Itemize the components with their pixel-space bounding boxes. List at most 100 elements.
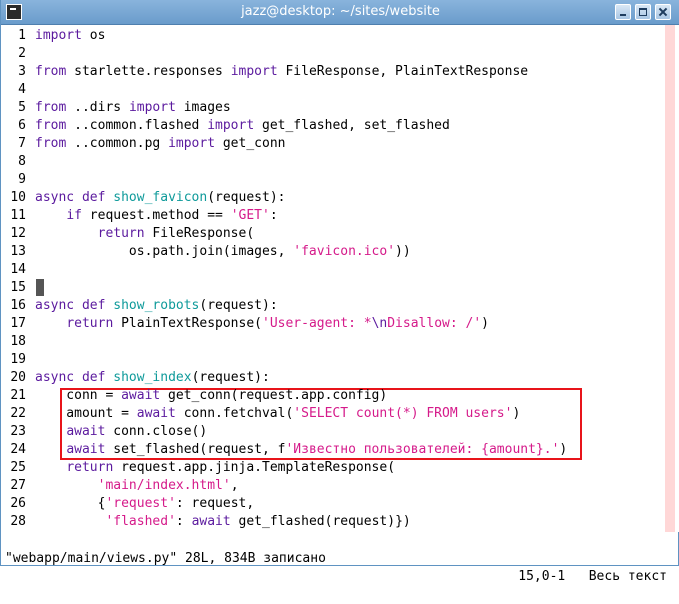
code-token: 'flashed' <box>105 514 176 529</box>
code-token: 'GET' <box>230 208 270 223</box>
code-token: show_robots <box>113 298 200 313</box>
code-token: get_flashed(request)}) <box>230 514 411 529</box>
file-info-message: "webapp/main/views.py" 28L, 834B записан… <box>5 551 326 566</box>
code-token: return <box>66 460 114 475</box>
code-line: 15 <box>2 279 35 297</box>
code-line: 4 <box>2 81 35 99</box>
line-number: 13 <box>10 244 26 259</box>
code-token: 'main/index.html' <box>97 478 231 493</box>
code-token: : <box>175 514 192 529</box>
code-line: 18 <box>2 333 35 351</box>
code-token: ..dirs <box>66 100 129 115</box>
code-token: get_flashed, set_flashed <box>254 118 450 133</box>
line-number: 3 <box>18 64 26 79</box>
code-token: from <box>35 64 67 79</box>
code-token: )) <box>395 244 411 259</box>
code-line: 27 'main/index.html', <box>2 477 239 495</box>
line-code: await set_flashed(request, f'Известно по… <box>26 441 567 459</box>
code-token: if <box>66 208 82 223</box>
code-token: await <box>191 514 231 529</box>
line-number: 28 <box>10 514 26 529</box>
code-token: import <box>230 64 278 79</box>
code-line: 11 if request.method == 'GET': <box>2 207 277 225</box>
code-token: from <box>35 100 67 115</box>
code-token: images <box>175 100 231 115</box>
code-line: 5 from ..dirs import images <box>2 99 231 117</box>
line-number: 5 <box>18 100 26 115</box>
line-code: await conn.close() <box>26 423 207 441</box>
code-line: 8 <box>2 153 35 171</box>
code-token: await <box>66 424 106 439</box>
code-token: request.method == <box>81 208 231 223</box>
code-token: show_favicon <box>113 190 208 205</box>
title-bar[interactable]: jazz@desktop: ~/sites/website <box>1 0 679 25</box>
line-number: 26 <box>10 496 26 511</box>
code-line: 13 os.path.join(images, 'favicon.ico')) <box>2 243 411 261</box>
line-code: os.path.join(images, 'favicon.ico')) <box>26 243 411 261</box>
code-token: request.app.jinja.TemplateResponse( <box>113 460 396 475</box>
line-number: 6 <box>18 118 26 133</box>
code-line: 21 conn = await get_conn(request.app.con… <box>2 387 387 405</box>
code-token: show_index <box>113 370 192 385</box>
line-code: from starlette.responses import FileResp… <box>26 63 528 81</box>
line-code: 'main/index.html', <box>26 477 239 495</box>
code-token: import <box>207 118 255 133</box>
code-token: FileResponse( <box>144 226 255 241</box>
line-number: 27 <box>10 478 26 493</box>
line-code: import os <box>26 27 105 45</box>
line-number: 8 <box>18 154 26 169</box>
code-line: 12 return FileResponse( <box>2 225 254 243</box>
text-cursor <box>36 279 44 296</box>
code-line: 25 return request.app.jinja.TemplateResp… <box>2 459 395 477</box>
line-number: 12 <box>10 226 26 241</box>
code-token: starlette.responses <box>66 64 231 79</box>
code-line: 17 return PlainTextResponse('User-agent:… <box>2 315 489 333</box>
code-token: conn.fetchval( <box>175 406 294 421</box>
code-token: (request): <box>207 190 286 205</box>
minimize-button[interactable] <box>615 4 631 20</box>
code-line: 9 <box>2 171 35 189</box>
line-number: 21 <box>10 388 26 403</box>
code-token: 'favicon.ico' <box>293 244 396 259</box>
code-token: 'SELECT count(*) FROM users' <box>293 406 513 421</box>
vim-editor-buffer[interactable]: 1 import os 2 3 from starlette.responses imp… <box>2 25 679 532</box>
code-token: 'Известно пользователей: {amount}.' <box>285 442 560 457</box>
vim-status-line: "webapp/main/views.py" 28L, 834B записан… <box>2 532 679 584</box>
line-number: 19 <box>10 352 26 367</box>
line-number: 18 <box>10 334 26 349</box>
code-line: 16 async def show_robots(request): <box>2 297 278 315</box>
code-token: ) <box>481 316 489 331</box>
code-token: import <box>128 100 176 115</box>
code-line: 10 async def show_favicon(request): <box>2 189 285 207</box>
code-token: from <box>35 118 67 133</box>
code-token: (request): <box>199 298 278 313</box>
code-line: 22 amount = await conn.fetchval('SELECT … <box>2 405 520 423</box>
terminal-window: jazz@desktop: ~/sites/website 1 import os… <box>0 0 679 584</box>
code-token: ) <box>559 442 568 457</box>
maximize-button[interactable] <box>635 4 651 20</box>
code-token: ..common.pg <box>66 136 169 151</box>
code-line: 3 from starlette.responses import FileRes… <box>2 63 528 81</box>
line-code: {'request': request, <box>26 495 255 513</box>
code-line: 24 await set_flashed(request, f'Известно… <box>2 441 567 459</box>
code-token: import <box>35 28 82 43</box>
cursor-position-info: 15,0-1 Весь текст <box>518 568 667 586</box>
code-token: async def <box>35 370 106 385</box>
window-title: jazz@desktop: ~/sites/website <box>241 4 440 19</box>
line-number: 23 <box>10 424 26 439</box>
line-number: 24 <box>10 442 26 457</box>
line-code: from ..dirs import images <box>26 99 231 117</box>
line-code: async def show_robots(request): <box>26 297 278 315</box>
code-token: , <box>230 478 239 493</box>
code-line: 20 async def show_index(request): <box>2 369 270 387</box>
close-button[interactable] <box>655 4 671 20</box>
line-number: 11 <box>10 208 26 223</box>
code-token: await <box>66 442 106 457</box>
code-token: await <box>121 388 161 403</box>
code-line: 1 import os <box>2 27 105 45</box>
